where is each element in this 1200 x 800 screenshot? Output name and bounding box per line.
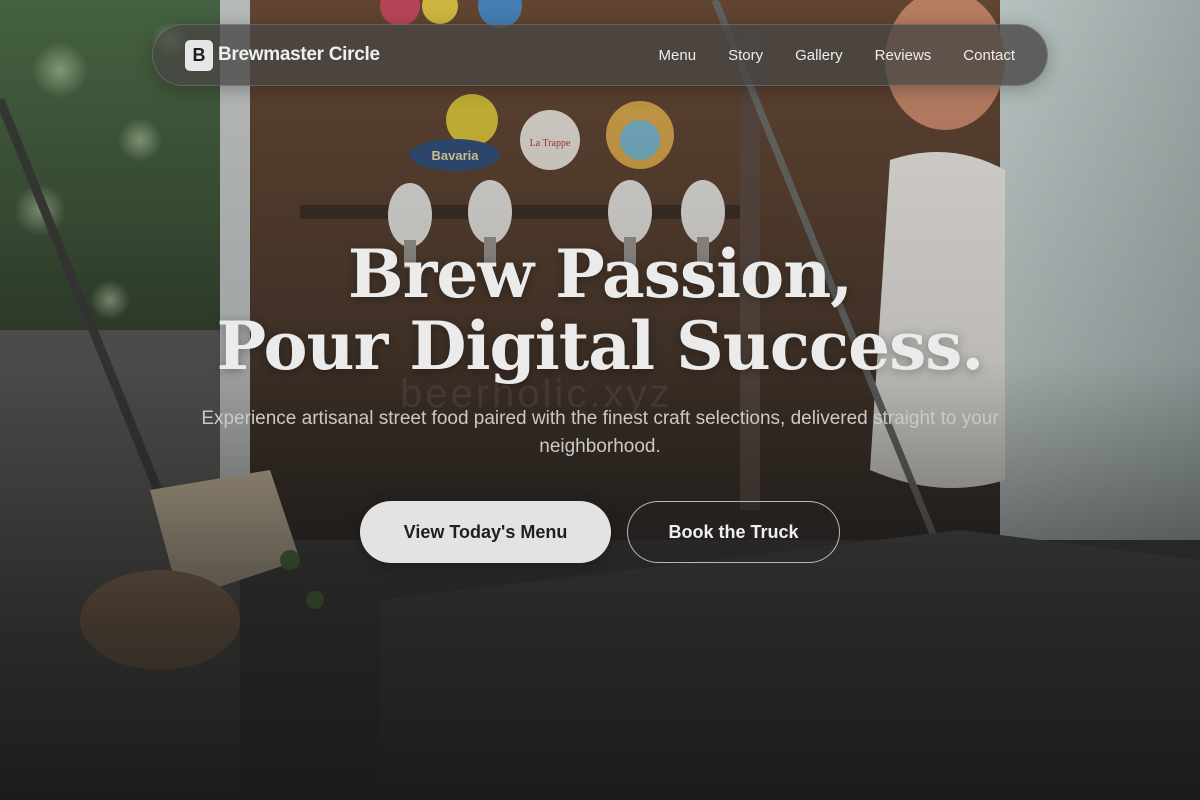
book-truck-button[interactable]: Book the Truck (627, 501, 840, 563)
nav-link-reviews[interactable]: Reviews (875, 47, 932, 64)
brand-name: Brewmaster Circle (218, 44, 380, 65)
nav-link-story[interactable]: Story (728, 47, 763, 64)
hero-title: Brew Passion, Pour Digital Success. (0, 238, 1200, 382)
hero-title-line-1: Brew Passion, (347, 235, 853, 313)
nav-links: Menu Story Gallery Reviews Contact (659, 47, 1015, 64)
view-menu-button[interactable]: View Today's Menu (360, 501, 611, 563)
hero-title-line-2: Pour Digital Success. (216, 307, 985, 385)
nav-link-menu[interactable]: Menu (659, 47, 697, 64)
top-navbar: B Brewmaster Circle Menu Story Gallery R… (152, 24, 1048, 86)
hero-subtitle: Experience artisanal street food paired … (201, 408, 999, 457)
nav-link-contact[interactable]: Contact (963, 47, 1015, 64)
brand-logo[interactable]: B Brewmaster Circle (185, 39, 380, 71)
nav-link-gallery[interactable]: Gallery (795, 47, 843, 64)
brand-mark-icon: B (185, 39, 213, 71)
